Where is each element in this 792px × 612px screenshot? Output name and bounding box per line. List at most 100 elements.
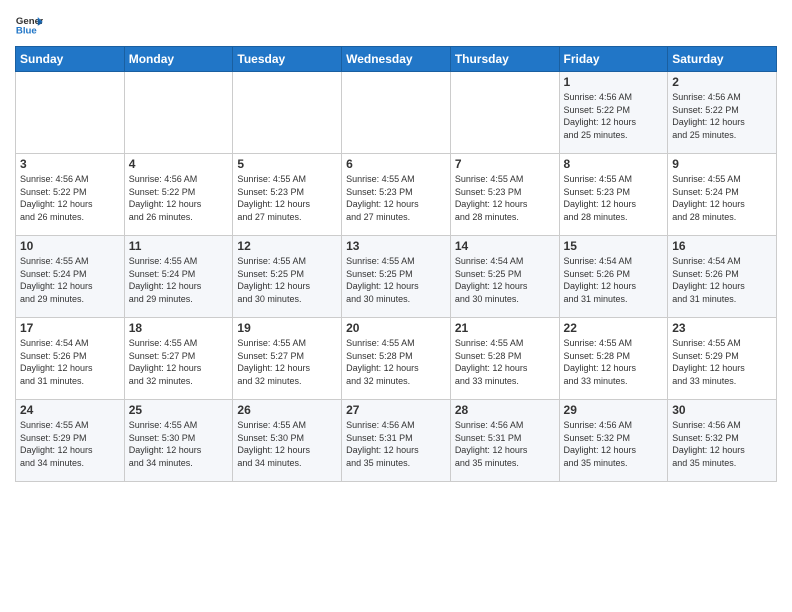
calendar-cell: 8 Sunrise: 4:55 AM Sunset: 5:23 PM Daylig… (559, 154, 668, 236)
day-info: Sunrise: 4:56 AM Sunset: 5:32 PM Dayligh… (672, 419, 772, 469)
day-info: Sunrise: 4:55 AM Sunset: 5:25 PM Dayligh… (346, 255, 446, 305)
day-number: 10 (20, 239, 120, 253)
calendar-cell: 9 Sunrise: 4:55 AM Sunset: 5:24 PM Daylig… (668, 154, 777, 236)
day-number: 23 (672, 321, 772, 335)
day-number: 13 (346, 239, 446, 253)
day-number: 28 (455, 403, 555, 417)
logo-icon: General Blue (15, 10, 43, 38)
day-info: Sunrise: 4:56 AM Sunset: 5:32 PM Dayligh… (564, 419, 664, 469)
weekday-header-sunday: Sunday (16, 47, 125, 72)
day-info: Sunrise: 4:55 AM Sunset: 5:24 PM Dayligh… (672, 173, 772, 223)
day-info: Sunrise: 4:55 AM Sunset: 5:27 PM Dayligh… (237, 337, 337, 387)
day-number: 26 (237, 403, 337, 417)
calendar-cell: 11Sunrise: 4:55 AM Sunset: 5:24 PM Dayli… (124, 236, 233, 318)
svg-text:Blue: Blue (16, 26, 37, 37)
day-number: 24 (20, 403, 120, 417)
day-info: Sunrise: 4:55 AM Sunset: 5:25 PM Dayligh… (237, 255, 337, 305)
day-info: Sunrise: 4:54 AM Sunset: 5:25 PM Dayligh… (455, 255, 555, 305)
day-info: Sunrise: 4:56 AM Sunset: 5:22 PM Dayligh… (672, 91, 772, 141)
weekday-header-saturday: Saturday (668, 47, 777, 72)
calendar-cell: 16 Sunrise: 4:54 AM Sunset: 5:26 PM Dayli… (668, 236, 777, 318)
calendar-cell: 18 Sunrise: 4:55 AM Sunset: 5:27 PM Dayli… (124, 318, 233, 400)
day-number: 27 (346, 403, 446, 417)
calendar-cell: 28 Sunrise: 4:56 AM Sunset: 5:31 PM Dayli… (450, 400, 559, 482)
calendar-cell: 27 Sunrise: 4:56 AM Sunset: 5:31 PM Dayli… (342, 400, 451, 482)
weekday-header-monday: Monday (124, 47, 233, 72)
calendar-cell: 20 Sunrise: 4:55 AM Sunset: 5:28 PM Dayli… (342, 318, 451, 400)
weekday-header-friday: Friday (559, 47, 668, 72)
calendar-cell: 12 Sunrise: 4:55 AM Sunset: 5:25 PM Dayli… (233, 236, 342, 318)
day-number: 8 (564, 157, 664, 171)
calendar-cell: 6 Sunrise: 4:55 AM Sunset: 5:23 PM Daylig… (342, 154, 451, 236)
day-info: Sunrise: 4:55 AM Sunset: 5:30 PM Dayligh… (237, 419, 337, 469)
day-number: 5 (237, 157, 337, 171)
calendar-cell: 19 Sunrise: 4:55 AM Sunset: 5:27 PM Dayli… (233, 318, 342, 400)
day-number: 14 (455, 239, 555, 253)
day-number: 16 (672, 239, 772, 253)
day-number: 15 (564, 239, 664, 253)
day-number: 30 (672, 403, 772, 417)
weekday-header-wednesday: Wednesday (342, 47, 451, 72)
day-number: 22 (564, 321, 664, 335)
calendar-table: SundayMondayTuesdayWednesdayThursdayFrid… (15, 46, 777, 482)
calendar-cell: 25 Sunrise: 4:55 AM Sunset: 5:30 PM Dayli… (124, 400, 233, 482)
page: General Blue SundayMondayTuesdayWednesda… (0, 0, 792, 497)
day-info: Sunrise: 4:54 AM Sunset: 5:26 PM Dayligh… (20, 337, 120, 387)
day-info: Sunrise: 4:55 AM Sunset: 5:27 PM Dayligh… (129, 337, 229, 387)
calendar-cell: 5 Sunrise: 4:55 AM Sunset: 5:23 PM Daylig… (233, 154, 342, 236)
day-info: Sunrise: 4:56 AM Sunset: 5:31 PM Dayligh… (346, 419, 446, 469)
calendar-cell: 23 Sunrise: 4:55 AM Sunset: 5:29 PM Dayli… (668, 318, 777, 400)
day-number: 3 (20, 157, 120, 171)
day-info: Sunrise: 4:56 AM Sunset: 5:31 PM Dayligh… (455, 419, 555, 469)
day-info: Sunrise: 4:54 AM Sunset: 5:26 PM Dayligh… (672, 255, 772, 305)
calendar-cell: 26 Sunrise: 4:55 AM Sunset: 5:30 PM Dayli… (233, 400, 342, 482)
calendar-cell: 13 Sunrise: 4:55 AM Sunset: 5:25 PM Dayli… (342, 236, 451, 318)
calendar-cell: 14 Sunrise: 4:54 AM Sunset: 5:25 PM Dayli… (450, 236, 559, 318)
calendar-cell: 21 Sunrise: 4:55 AM Sunset: 5:28 PM Dayli… (450, 318, 559, 400)
day-number: 18 (129, 321, 229, 335)
calendar-cell: 29 Sunrise: 4:56 AM Sunset: 5:32 PM Dayli… (559, 400, 668, 482)
calendar-cell (233, 72, 342, 154)
calendar-cell: 1 Sunrise: 4:56 AM Sunset: 5:22 PM Daylig… (559, 72, 668, 154)
day-number: 6 (346, 157, 446, 171)
day-info: Sunrise: 4:55 AM Sunset: 5:24 PM Dayligh… (20, 255, 120, 305)
day-info: Sunrise: 4:56 AM Sunset: 5:22 PM Dayligh… (564, 91, 664, 141)
day-number: 20 (346, 321, 446, 335)
calendar-cell: 3Sunrise: 4:56 AM Sunset: 5:22 PM Daylig… (16, 154, 125, 236)
day-info: Sunrise: 4:55 AM Sunset: 5:23 PM Dayligh… (455, 173, 555, 223)
day-info: Sunrise: 4:55 AM Sunset: 5:29 PM Dayligh… (672, 337, 772, 387)
day-info: Sunrise: 4:56 AM Sunset: 5:22 PM Dayligh… (129, 173, 229, 223)
logo: General Blue (15, 10, 43, 38)
day-number: 17 (20, 321, 120, 335)
day-number: 21 (455, 321, 555, 335)
weekday-header-thursday: Thursday (450, 47, 559, 72)
day-info: Sunrise: 4:55 AM Sunset: 5:28 PM Dayligh… (346, 337, 446, 387)
calendar-cell: 10 Sunrise: 4:55 AM Sunset: 5:24 PM Dayli… (16, 236, 125, 318)
day-number: 11 (129, 239, 229, 253)
day-info: Sunrise: 4:55 AM Sunset: 5:23 PM Dayligh… (564, 173, 664, 223)
calendar-cell: 2Sunrise: 4:56 AM Sunset: 5:22 PM Daylig… (668, 72, 777, 154)
day-number: 25 (129, 403, 229, 417)
calendar-cell (124, 72, 233, 154)
weekday-header-tuesday: Tuesday (233, 47, 342, 72)
calendar-cell (450, 72, 559, 154)
day-info: Sunrise: 4:55 AM Sunset: 5:23 PM Dayligh… (346, 173, 446, 223)
calendar-cell: 17 Sunrise: 4:54 AM Sunset: 5:26 PM Dayli… (16, 318, 125, 400)
calendar-cell: 24 Sunrise: 4:55 AM Sunset: 5:29 PM Dayli… (16, 400, 125, 482)
day-info: Sunrise: 4:55 AM Sunset: 5:28 PM Dayligh… (564, 337, 664, 387)
day-info: Sunrise: 4:55 AM Sunset: 5:23 PM Dayligh… (237, 173, 337, 223)
day-number: 12 (237, 239, 337, 253)
day-number: 9 (672, 157, 772, 171)
day-number: 19 (237, 321, 337, 335)
calendar-cell: 22 Sunrise: 4:55 AM Sunset: 5:28 PM Dayli… (559, 318, 668, 400)
calendar-cell: 7 Sunrise: 4:55 AM Sunset: 5:23 PM Daylig… (450, 154, 559, 236)
day-info: Sunrise: 4:55 AM Sunset: 5:29 PM Dayligh… (20, 419, 120, 469)
day-info: Sunrise: 4:55 AM Sunset: 5:30 PM Dayligh… (129, 419, 229, 469)
day-number: 4 (129, 157, 229, 171)
calendar-cell (16, 72, 125, 154)
calendar-cell (342, 72, 451, 154)
day-number: 1 (564, 75, 664, 89)
day-info: Sunrise: 4:55 AM Sunset: 5:28 PM Dayligh… (455, 337, 555, 387)
day-number: 7 (455, 157, 555, 171)
day-number: 29 (564, 403, 664, 417)
